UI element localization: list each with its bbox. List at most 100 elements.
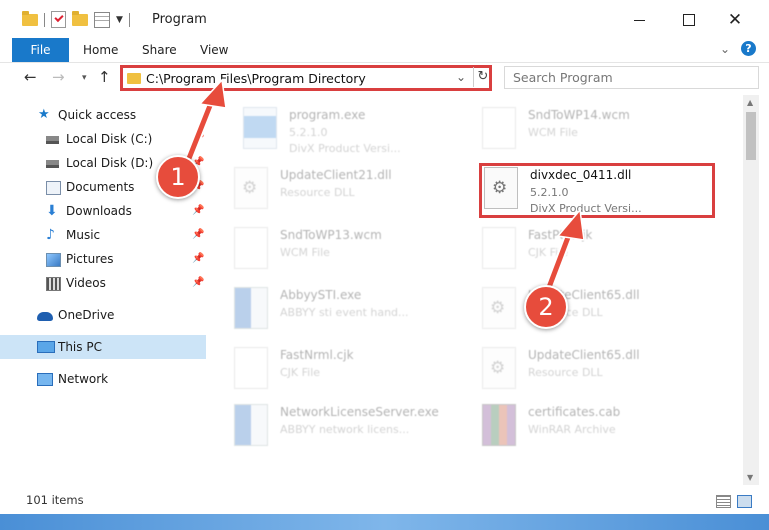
file-type: CJK File bbox=[528, 246, 569, 259]
sidebar-item-label: This PC bbox=[58, 340, 102, 354]
film-icon bbox=[46, 277, 61, 291]
properties-check-icon[interactable] bbox=[51, 11, 66, 28]
music-note-icon: ♪ bbox=[46, 227, 55, 243]
sidebar-item-onedrive[interactable]: OneDrive bbox=[0, 303, 206, 327]
drive-icon bbox=[46, 160, 59, 168]
search-input[interactable]: Search Program bbox=[504, 66, 759, 89]
tab-home[interactable]: Home bbox=[83, 38, 118, 62]
exe-file-icon bbox=[243, 107, 277, 149]
file-name: FastPtn.cjk bbox=[528, 228, 593, 242]
file-item-updateclient21[interactable]: UpdateClient21.dll Resource DLL bbox=[234, 163, 464, 217]
refresh-icon[interactable]: ↻ bbox=[473, 67, 492, 87]
help-icon[interactable]: ? bbox=[741, 41, 756, 56]
customize-toolbar-arrow-icon[interactable]: ▼ bbox=[116, 15, 123, 25]
pin-icon[interactable]: 📌 bbox=[192, 271, 204, 295]
cloud-icon bbox=[37, 312, 53, 321]
file-type: WinRAR Archive bbox=[528, 423, 616, 436]
sidebar-item-label: Videos bbox=[66, 276, 106, 290]
file-type: WCM File bbox=[280, 246, 330, 259]
sidebar-item-network[interactable]: Network bbox=[0, 367, 206, 391]
file-name: UpdateClient65.dll bbox=[528, 348, 640, 362]
sidebar-item-local-disk-c[interactable]: Local Disk (C:) 📌 bbox=[0, 127, 206, 151]
minimize-button[interactable] bbox=[616, 6, 662, 34]
file-item-fastnrml[interactable]: FastNrml.cjk CJK File bbox=[234, 343, 464, 397]
file-name: UpdateClient21.dll bbox=[280, 168, 392, 182]
sidebar-item-music[interactable]: ♪ Music 📌 bbox=[0, 223, 206, 247]
dll-gear-icon bbox=[234, 167, 268, 209]
minimize-icon bbox=[633, 19, 645, 21]
details-view-icon[interactable] bbox=[716, 495, 731, 508]
file-item-updateclient65[interactable]: UpdateClient65.dll Resource DLL bbox=[482, 283, 712, 337]
file-description: ABBYY network licens... bbox=[280, 423, 410, 436]
network-icon bbox=[37, 373, 53, 386]
close-button[interactable]: ✕ bbox=[712, 6, 758, 34]
address-path[interactable]: C:\Program Files\Program Directory bbox=[146, 71, 366, 86]
tab-view[interactable]: View bbox=[200, 38, 228, 62]
close-icon: ✕ bbox=[727, 10, 743, 30]
recent-locations-chevron-icon[interactable]: ▾ bbox=[82, 73, 87, 83]
new-folder-icon[interactable] bbox=[72, 10, 88, 26]
file-name: certificates.cab bbox=[528, 405, 621, 419]
pin-icon[interactable]: 📌 bbox=[192, 199, 204, 223]
address-dropdown-chevron-icon[interactable]: ⌄ bbox=[456, 70, 466, 84]
file-name: NetworkLicenseServer.exe bbox=[280, 405, 439, 419]
forward-arrow-icon[interactable]: → bbox=[52, 68, 65, 86]
file-type: Resource DLL bbox=[280, 186, 355, 199]
quick-access-toolbar: ▼ bbox=[22, 10, 130, 28]
step-2-badge: 2 bbox=[524, 285, 568, 329]
tab-file[interactable]: File bbox=[12, 38, 69, 62]
file-name: program.exe bbox=[289, 108, 366, 122]
sidebar-item-label: Local Disk (D:) bbox=[66, 156, 154, 170]
file-item-sndtowp14[interactable]: SndToWP14.wcm WCM File bbox=[482, 103, 712, 157]
maximize-button[interactable] bbox=[666, 6, 712, 34]
search-placeholder: Search Program bbox=[513, 70, 613, 85]
target-file-highlight bbox=[479, 163, 715, 218]
file-name: AbbyySTI.exe bbox=[280, 288, 362, 302]
pin-icon[interactable]: 📌 bbox=[192, 127, 204, 151]
file-item-fastptn[interactable]: FastPtn.cjk CJK File bbox=[482, 223, 712, 277]
scroll-down-arrow-icon[interactable]: ▼ bbox=[747, 473, 753, 482]
tab-share[interactable]: Share bbox=[142, 38, 177, 62]
sidebar-item-label: Local Disk (C:) bbox=[66, 132, 153, 146]
pin-icon[interactable]: 📌 bbox=[192, 223, 204, 247]
status-bar: 101 items bbox=[0, 487, 769, 513]
up-arrow-icon[interactable]: ↑ bbox=[98, 68, 111, 86]
drive-icon bbox=[46, 136, 59, 144]
exe-window-icon bbox=[234, 404, 268, 446]
address-bar[interactable]: C:\Program Files\Program Directory ⌄ ↻ bbox=[120, 65, 492, 91]
toolbar-divider bbox=[128, 12, 130, 27]
sidebar-item-pictures[interactable]: Pictures 📌 bbox=[0, 247, 206, 271]
folder-icon bbox=[127, 73, 141, 84]
file-item-program-exe[interactable]: program.exe 5.2.1.0 DivX Product Versi..… bbox=[243, 103, 473, 157]
sidebar-item-quick-access[interactable]: ★ Quick access bbox=[0, 103, 206, 127]
file-item-networklicenseserver[interactable]: NetworkLicenseServer.exe ABBYY network l… bbox=[234, 400, 464, 454]
file-name: SndToWP13.wcm bbox=[280, 228, 382, 242]
file-type: Resource DLL bbox=[528, 366, 603, 379]
file-icon bbox=[482, 107, 516, 149]
pin-icon[interactable]: 📌 bbox=[192, 247, 204, 271]
dll-gear-icon bbox=[482, 347, 516, 389]
file-item-abbyysti[interactable]: AbbyySTI.exe ABBYY sti event hand... bbox=[234, 283, 464, 337]
properties-icon[interactable] bbox=[94, 11, 110, 28]
expand-ribbon-chevron-icon[interactable]: ⌄ bbox=[720, 42, 730, 56]
sidebar-item-videos[interactable]: Videos 📌 bbox=[0, 271, 206, 295]
sidebar-item-downloads[interactable]: ⬇ Downloads 📌 bbox=[0, 199, 206, 223]
scroll-up-arrow-icon[interactable]: ▲ bbox=[747, 98, 753, 107]
large-icons-view-icon[interactable] bbox=[737, 495, 752, 508]
file-item-certificates-cab[interactable]: certificates.cab WinRAR Archive bbox=[482, 400, 712, 454]
file-item-sndtowp13[interactable]: SndToWP13.wcm WCM File bbox=[234, 223, 464, 277]
file-type: WCM File bbox=[528, 126, 578, 139]
vertical-scrollbar[interactable]: ▲ ▼ bbox=[743, 95, 759, 485]
ribbon-tabs: File Home Share View ⌄ ? bbox=[0, 38, 769, 63]
back-arrow-icon[interactable]: ← bbox=[24, 68, 37, 86]
title-bar: ▼ Program ✕ bbox=[0, 0, 769, 38]
sidebar-item-this-pc[interactable]: This PC bbox=[0, 335, 206, 359]
navigation-bar: ← → ▾ ↑ C:\Program Files\Program Directo… bbox=[0, 63, 769, 93]
scrollbar-thumb[interactable] bbox=[746, 112, 756, 160]
file-item-updateclient65-b[interactable]: UpdateClient65.dll Resource DLL bbox=[482, 343, 712, 397]
sidebar-item-label: Downloads bbox=[66, 204, 132, 218]
sidebar-item-label: OneDrive bbox=[58, 308, 115, 322]
file-icon bbox=[482, 227, 516, 269]
star-icon: ★ bbox=[38, 107, 50, 122]
navigation-pane: ★ Quick access Local Disk (C:) 📌 Local D… bbox=[0, 95, 208, 485]
